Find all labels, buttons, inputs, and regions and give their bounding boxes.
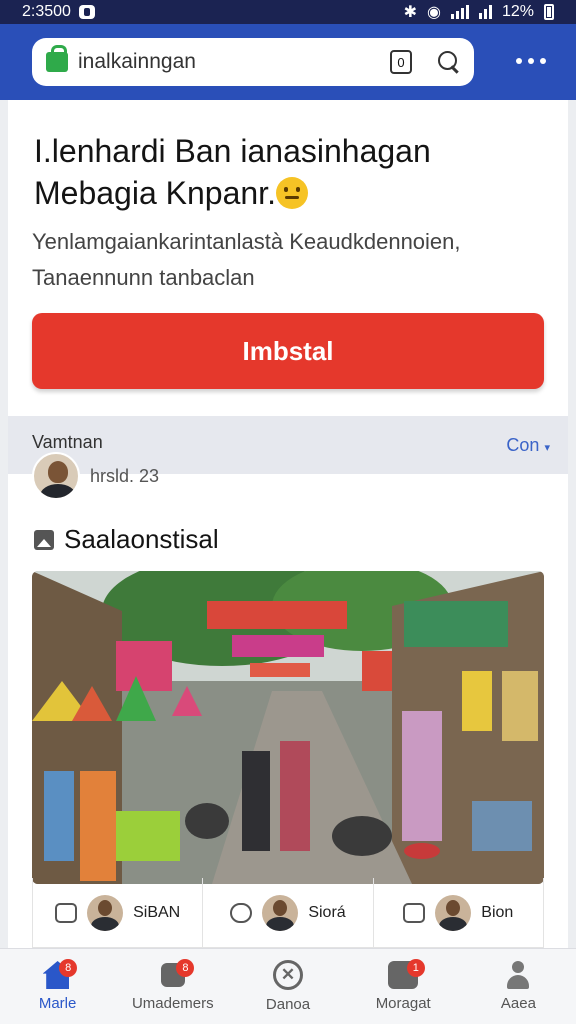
battery-icon bbox=[544, 4, 554, 20]
url-text[interactable]: inalkainngan bbox=[78, 50, 390, 74]
content-card: I.lenhardi Ban ianasinhagan Mebagia Knpa… bbox=[8, 100, 568, 948]
bottom-navigation: 8 Marle 8 Umademers ✕ Danoa 1 Moragat Aa… bbox=[0, 948, 576, 1024]
avatar[interactable] bbox=[32, 452, 80, 500]
status-bar: 2:3500 ✱ ◉ 12% bbox=[0, 0, 576, 24]
action-label-2: Siorá bbox=[308, 903, 346, 921]
profile-icon bbox=[503, 961, 533, 989]
section-dropdown-label: Con bbox=[506, 434, 540, 455]
action-item-1[interactable]: SiBAN bbox=[33, 878, 204, 947]
action-label-1: SiBAN bbox=[133, 903, 181, 921]
link-icon bbox=[230, 902, 253, 923]
battery-text: 12% bbox=[501, 3, 534, 20]
market-photo[interactable] bbox=[32, 571, 544, 884]
bluetooth-icon: ✱ bbox=[403, 4, 417, 21]
nav-item-profile[interactable]: Aaea bbox=[461, 949, 576, 1024]
address-bar[interactable]: inalkainngan 0 bbox=[32, 38, 474, 86]
action-item-2[interactable]: Siorá bbox=[203, 878, 374, 947]
nav-item-people[interactable]: 8 Umademers bbox=[115, 949, 230, 1024]
gallery-title: Saalaonstisal bbox=[34, 524, 219, 555]
action-avatar-3 bbox=[435, 894, 472, 931]
nav-label-home: Marle bbox=[38, 995, 77, 1012]
status-left: 2:3500 bbox=[22, 3, 95, 21]
status-right: ✱ ◉ 12% bbox=[404, 2, 554, 22]
action-item-3[interactable]: Bion bbox=[374, 878, 543, 947]
author-row[interactable]: hrsld. 23 bbox=[32, 452, 159, 500]
secure-lock-icon bbox=[46, 45, 68, 72]
nav-label-people: Umademers bbox=[131, 995, 214, 1012]
messages-badge: 1 bbox=[406, 959, 425, 977]
section-dropdown[interactable]: Con ▾ bbox=[506, 435, 550, 456]
action-avatar-2 bbox=[262, 894, 299, 931]
tab-switcher-button[interactable]: 0 bbox=[390, 50, 412, 74]
action-avatar-1 bbox=[87, 894, 124, 931]
action-row: SiBAN Siorá Bion bbox=[32, 878, 544, 948]
notification-icon bbox=[78, 5, 95, 19]
close-circle-icon: ✕ bbox=[273, 960, 303, 990]
action-label-3: Bion bbox=[481, 903, 514, 921]
comment-icon bbox=[403, 902, 426, 923]
article-subtitle: Yenlamgaiankarintanlastà Keaudkdennoien,… bbox=[32, 229, 461, 290]
smiley-emoji-icon bbox=[275, 177, 308, 209]
people-badge: 8 bbox=[176, 959, 195, 977]
signal-icon bbox=[450, 5, 469, 19]
home-badge: 8 bbox=[59, 959, 78, 977]
nav-label-profile: Aaea bbox=[500, 995, 536, 1012]
image-icon bbox=[34, 529, 54, 550]
market-scene-image bbox=[32, 571, 544, 884]
author-name: hrsld. 23 bbox=[90, 465, 160, 486]
alarm-icon: ◉ bbox=[427, 4, 441, 21]
article-headline: I.lenhardi Ban ianasinhagan Mebagia Knpa… bbox=[34, 130, 554, 214]
nav-item-home[interactable]: 8 Marle bbox=[0, 949, 115, 1024]
install-button[interactable]: Imbstal bbox=[32, 313, 544, 389]
nav-item-close[interactable]: ✕ Danoa bbox=[230, 949, 345, 1024]
chevron-down-icon: ▾ bbox=[544, 441, 550, 454]
section-label: Vamtnan bbox=[32, 431, 103, 452]
nav-label-close: Danoa bbox=[265, 996, 311, 1013]
headline-text: I.lenhardi Ban ianasinhagan Mebagia Knpa… bbox=[34, 133, 431, 211]
status-time: 2:3500 bbox=[22, 3, 71, 20]
wifi-icon bbox=[478, 5, 492, 19]
share-icon bbox=[55, 902, 78, 923]
browser-toolbar: inalkainngan 0 bbox=[0, 24, 576, 100]
nav-label-messages: Moragat bbox=[375, 995, 431, 1012]
search-icon[interactable] bbox=[438, 51, 460, 73]
nav-item-messages[interactable]: 1 Moragat bbox=[346, 949, 461, 1024]
gallery-title-text: Saalaonstisal bbox=[64, 524, 219, 554]
more-options-icon[interactable] bbox=[516, 58, 546, 64]
